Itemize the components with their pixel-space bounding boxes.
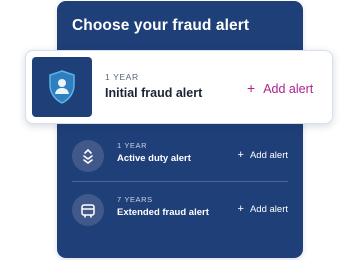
add-extended-alert-button[interactable]: + Add alert (238, 203, 288, 215)
shield-person-icon (32, 57, 92, 117)
initial-fraud-alert-card[interactable]: 1 YEAR Initial fraud alert + Add alert (25, 50, 333, 124)
add-alert-label: Add alert (249, 150, 288, 161)
add-alert-label: Add alert (249, 204, 288, 215)
calendar-icon (72, 194, 104, 226)
active-duty-alert-row[interactable]: 1 YEAR Active duty alert + Add alert (72, 136, 288, 178)
option-duration: 7 YEARS (117, 195, 153, 204)
option-alert-name: Extended fraud alert (117, 207, 209, 218)
extended-fraud-alert-row[interactable]: 7 YEARS Extended fraud alert + Add alert (72, 190, 288, 232)
option-duration: 1 YEAR (117, 141, 148, 150)
plus-icon: + (237, 149, 244, 161)
option-alert-name: Active duty alert (117, 153, 191, 164)
add-initial-alert-button[interactable]: + Add alert (247, 80, 313, 96)
featured-alert-name: Initial fraud alert (105, 86, 203, 100)
plus-icon: + (237, 203, 244, 215)
plus-icon: + (247, 80, 256, 96)
military-chevron-icon (72, 140, 104, 172)
add-alert-label: Add alert (263, 82, 314, 96)
add-active-duty-alert-button[interactable]: + Add alert (238, 149, 288, 161)
featured-duration: 1 YEAR (105, 72, 139, 82)
row-divider (72, 181, 288, 182)
fraud-alert-widget: Choose your fraud alert 1 YEAR Initial f… (0, 0, 360, 260)
panel-title: Choose your fraud alert (72, 17, 250, 34)
